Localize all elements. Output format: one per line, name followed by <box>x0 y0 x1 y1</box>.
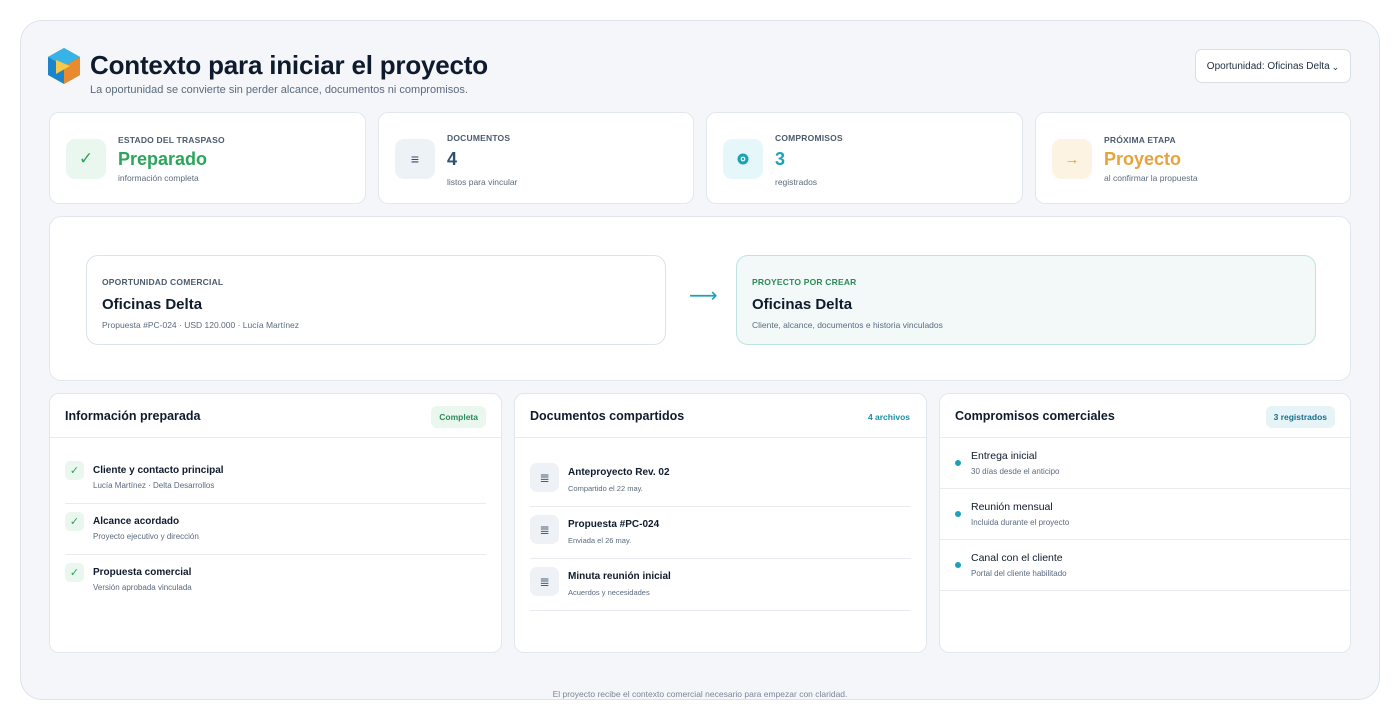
document-title: Minuta reunión inicial <box>568 571 671 582</box>
commitment-title: Reunión mensual <box>971 501 1053 513</box>
bullet-dot-icon <box>955 511 961 517</box>
shared-documents-panel: Documentos compartidos 4 archivos ≣ Ante… <box>514 393 927 653</box>
kpi-sub: registrados <box>775 177 818 187</box>
commitment-item[interactable]: Reunión mensual Incluida durante el proy… <box>940 489 1350 540</box>
list-item[interactable]: ✓ Alcance acordado Proyecto ejecutivo y … <box>65 504 486 555</box>
target-label: PROYECTO POR CREAR <box>752 277 857 287</box>
target-title: Oficinas Delta <box>752 296 853 313</box>
check-icon: ✓ <box>65 461 84 480</box>
kpi-sub: al confirmar la propuesta <box>1104 173 1198 183</box>
page-subtitle: La oportunidad se convierte sin perder a… <box>90 84 468 96</box>
commitment-sub: 30 días desde el anticipo <box>971 467 1060 476</box>
commitment-item[interactable]: Canal con el cliente Portal del cliente … <box>940 540 1350 591</box>
list-item[interactable]: ✓ Cliente y contacto principal Lucía Mar… <box>65 453 486 504</box>
source-sub: Propuesta #PC-024 · USD 120.000 · Lucía … <box>102 320 300 330</box>
page-title: Contexto para iniciar el proyecto <box>90 50 488 80</box>
kpi-sub: listos para vincular <box>447 177 518 187</box>
kpi-value: Proyecto <box>1104 149 1182 169</box>
source-opportunity-card[interactable]: OPORTUNIDAD COMERCIAL Oficinas Delta Pro… <box>86 255 666 345</box>
kpi-card-transfer-status: ✓ ESTADO DEL TRASPASO Preparado informac… <box>49 112 366 204</box>
commercial-commitments-panel: Compromisos comerciales 3 registrados En… <box>939 393 1351 653</box>
arrow-right-icon: → <box>1052 139 1092 179</box>
app-logo-icon <box>48 48 80 84</box>
document-icon: ≣ <box>530 567 559 596</box>
kpi-sub: información completa <box>118 173 199 183</box>
item-sub: Versión aprobada vinculada <box>93 583 192 592</box>
panel-title: Información preparada <box>65 409 201 423</box>
document-item[interactable]: ≣ Anteproyecto Rev. 02 Compartido el 22 … <box>530 456 911 507</box>
item-title: Propuesta comercial <box>93 567 192 578</box>
chevron-down-icon: ⌄ <box>1331 61 1340 72</box>
kpi-label: DOCUMENTOS <box>447 133 511 143</box>
kpi-card-documents: ≡ DOCUMENTOS 4 listos para vincular <box>378 112 694 204</box>
document-icon: ≣ <box>530 463 559 492</box>
target-project-card[interactable]: PROYECTO POR CREAR Oficinas Delta Client… <box>736 255 1316 345</box>
footer-note: El proyecto recibe el contexto comercial… <box>552 689 848 699</box>
status-badge: Completa <box>431 406 486 428</box>
bullet-dot-icon <box>955 562 961 568</box>
list-item[interactable]: ✓ Propuesta comercial Versión aprobada v… <box>65 555 486 606</box>
document-title: Propuesta #PC-024 <box>568 519 660 530</box>
list-icon: ≡ <box>395 139 435 179</box>
document-sub: Enviada el 26 may. <box>568 536 632 545</box>
item-title: Alcance acordado <box>93 516 180 527</box>
check-icon: ✓ <box>65 512 84 531</box>
bullet-dot-icon <box>955 460 961 466</box>
panel-title: Documentos compartidos <box>530 409 685 423</box>
panel-title: Compromisos comerciales <box>955 409 1115 423</box>
kpi-card-commitments: COMPROMISOS 3 registrados <box>706 112 1023 204</box>
target-sub: Cliente, alcance, documentos e historia … <box>752 320 943 330</box>
panel-header: Documentos compartidos 4 archivos <box>515 394 926 438</box>
source-label: OPORTUNIDAD COMERCIAL <box>102 277 224 287</box>
kpi-value: 4 <box>447 149 458 169</box>
kpi-label: ESTADO DEL TRASPASO <box>118 135 225 145</box>
commitment-title: Entrega inicial <box>971 450 1037 462</box>
commitments-count-badge: 3 registrados <box>1265 406 1335 428</box>
item-sub: Proyecto ejecutivo y dirección <box>93 532 199 541</box>
document-sub: Acuerdos y necesidades <box>568 588 650 597</box>
kpi-value: 3 <box>775 149 786 169</box>
item-sub: Lucía Martínez · Delta Desarrollos <box>93 481 215 490</box>
commitment-item[interactable]: Entrega inicial 30 días desde el anticip… <box>940 438 1350 489</box>
check-icon: ✓ <box>65 563 84 582</box>
document-sub: Compartido el 22 may. <box>568 484 643 493</box>
document-item[interactable]: ≣ Minuta reunión inicial Acuerdos y nece… <box>530 560 911 611</box>
document-icon: ≣ <box>530 515 559 544</box>
opportunity-select[interactable]: Oportunidad: Oficinas Delta ⌄ <box>1195 49 1351 83</box>
kpi-value: Preparado <box>118 149 208 169</box>
opportunity-select-label: Oportunidad: Oficinas Delta <box>1206 60 1330 72</box>
files-count-badge: 4 archivos <box>867 412 910 422</box>
commitment-sub: Portal del cliente habilitado <box>971 569 1067 578</box>
panel-header: Información preparada Completa <box>50 394 501 438</box>
kpi-label: PRÓXIMA ETAPA <box>1104 135 1176 145</box>
document-title: Anteproyecto Rev. 02 <box>568 467 670 478</box>
document-item[interactable]: ≣ Propuesta #PC-024 Enviada el 26 may. <box>530 508 911 559</box>
commitment-icon <box>723 139 763 179</box>
check-icon: ✓ <box>66 139 106 179</box>
info-prepared-panel: Información preparada Completa ✓ Cliente… <box>49 393 502 653</box>
source-title: Oficinas Delta <box>102 296 203 313</box>
kpi-label: COMPROMISOS <box>775 133 843 143</box>
flow-arrow-icon: ⟶ <box>689 285 718 307</box>
commitment-sub: Incluida durante el proyecto <box>971 518 1070 527</box>
item-title: Cliente y contacto principal <box>93 465 224 476</box>
panel-header: Compromisos comerciales 3 registrados <box>940 394 1350 438</box>
kpi-card-next-stage: → PRÓXIMA ETAPA Proyecto al confirmar la… <box>1035 112 1351 204</box>
commitment-title: Canal con el cliente <box>971 552 1063 564</box>
